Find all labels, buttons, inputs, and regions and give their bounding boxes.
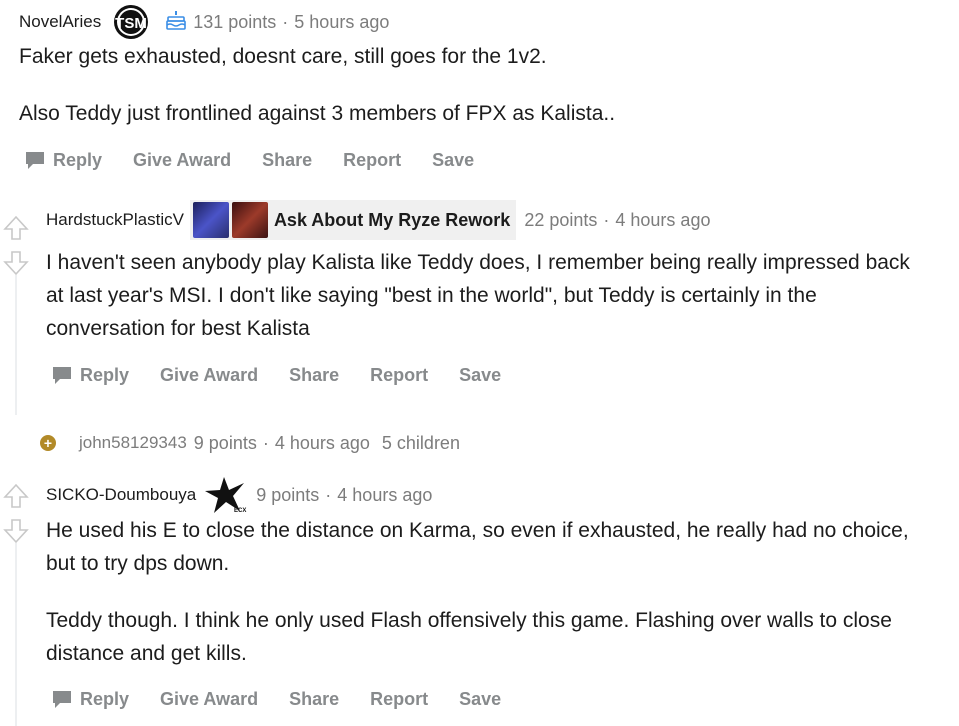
comment-4-meta: SICKO-Doumbouya ECX 9 points · 4 hours a… [46,473,432,517]
comment-author[interactable]: john58129343 [79,433,187,453]
svg-text:TSM: TSM [115,15,147,32]
ryze-champion-flair-icon [192,202,229,238]
save-button[interactable]: Save [459,365,501,386]
save-button[interactable]: Save [459,689,501,710]
meta-separator: · [325,484,332,505]
user-flair: Ask About My Ryze Rework [189,200,517,240]
comment-paragraph: I haven't seen anybody play Kalista like… [46,251,910,340]
comment-points: 131 points [193,11,277,32]
downvote-arrow-icon[interactable] [3,250,29,276]
share-button[interactable]: Share [262,150,312,171]
reply-button[interactable]: Reply [25,150,102,171]
champion-flair-icon [231,202,268,238]
comment-paragraph: Also Teddy just frontlined against 3 mem… [19,102,616,125]
cake-icon [165,9,187,36]
meta-separator: · [282,11,289,32]
comment-icon [53,691,71,708]
comment-paragraph: Teddy though. I think he only used Flash… [46,609,892,665]
ecx-logo-icon: ECX [202,475,248,515]
share-button[interactable]: Share [289,689,339,710]
give-award-button[interactable]: Give Award [160,365,258,386]
comment-icon [26,152,44,169]
comment-paragraph: He used his E to close the distance on K… [46,519,909,575]
vote-controls [3,483,29,549]
comment-paragraph: Faker gets exhausted, doesnt care, still… [19,45,547,68]
report-button[interactable]: Report [370,689,428,710]
comment-1-actions: Reply Give Award Share Report Save [25,147,505,173]
flair-text: Ask About My Ryze Rework [273,209,511,230]
thread-line[interactable] [15,275,17,415]
report-button[interactable]: Report [370,365,428,386]
upvote-arrow-icon[interactable] [3,215,29,241]
comment-author[interactable]: NovelAries [19,12,101,32]
comment-points: 9 points [256,484,320,505]
vote-controls [3,215,29,281]
comment-age[interactable]: 4 hours ago [615,210,710,231]
report-button[interactable]: Report [343,150,401,171]
meta-separator: · [262,432,269,453]
share-button[interactable]: Share [289,365,339,386]
thread-line[interactable] [15,543,17,726]
comment-age[interactable]: 4 hours ago [275,433,370,454]
comment-2-meta: HardstuckPlasticV Ask About My Ryze Rewo… [46,200,710,240]
reply-label: Reply [80,688,130,709]
tsm-logo-icon: TSM [109,2,154,42]
upvote-arrow-icon[interactable] [3,483,29,509]
meta-separator: · [603,209,610,230]
reply-button[interactable]: Reply [52,689,129,710]
comment-author[interactable]: HardstuckPlasticV [46,210,184,230]
expand-comment-button[interactable]: + [40,435,56,451]
comment-age[interactable]: 5 hours ago [294,12,389,33]
reply-button[interactable]: Reply [52,365,129,386]
comment-icon [53,367,71,384]
give-award-button[interactable]: Give Award [160,689,258,710]
downvote-arrow-icon[interactable] [3,518,29,544]
reply-label: Reply [53,149,103,170]
give-award-button[interactable]: Give Award [133,150,231,171]
comment-age[interactable]: 4 hours ago [337,485,432,506]
comment-points: 9 points [193,432,257,453]
comment-thread: NovelAries TSM 131 points · 5 hours ago … [0,0,959,726]
comment-3-meta: john58129343 9 points · 4 hours ago 5 ch… [79,430,460,456]
reply-label: Reply [80,364,130,385]
comment-points: 22 points [524,209,598,230]
children-count[interactable]: 5 children [382,433,460,454]
comment-2-actions: Reply Give Award Share Report Save [52,362,532,388]
comment-author[interactable]: SICKO-Doumbouya [46,485,196,505]
comment-1-meta: NovelAries TSM 131 points · 5 hours ago [19,2,389,42]
comment-4-actions: Reply Give Award Share Report Save [52,686,532,712]
save-button[interactable]: Save [432,150,474,171]
